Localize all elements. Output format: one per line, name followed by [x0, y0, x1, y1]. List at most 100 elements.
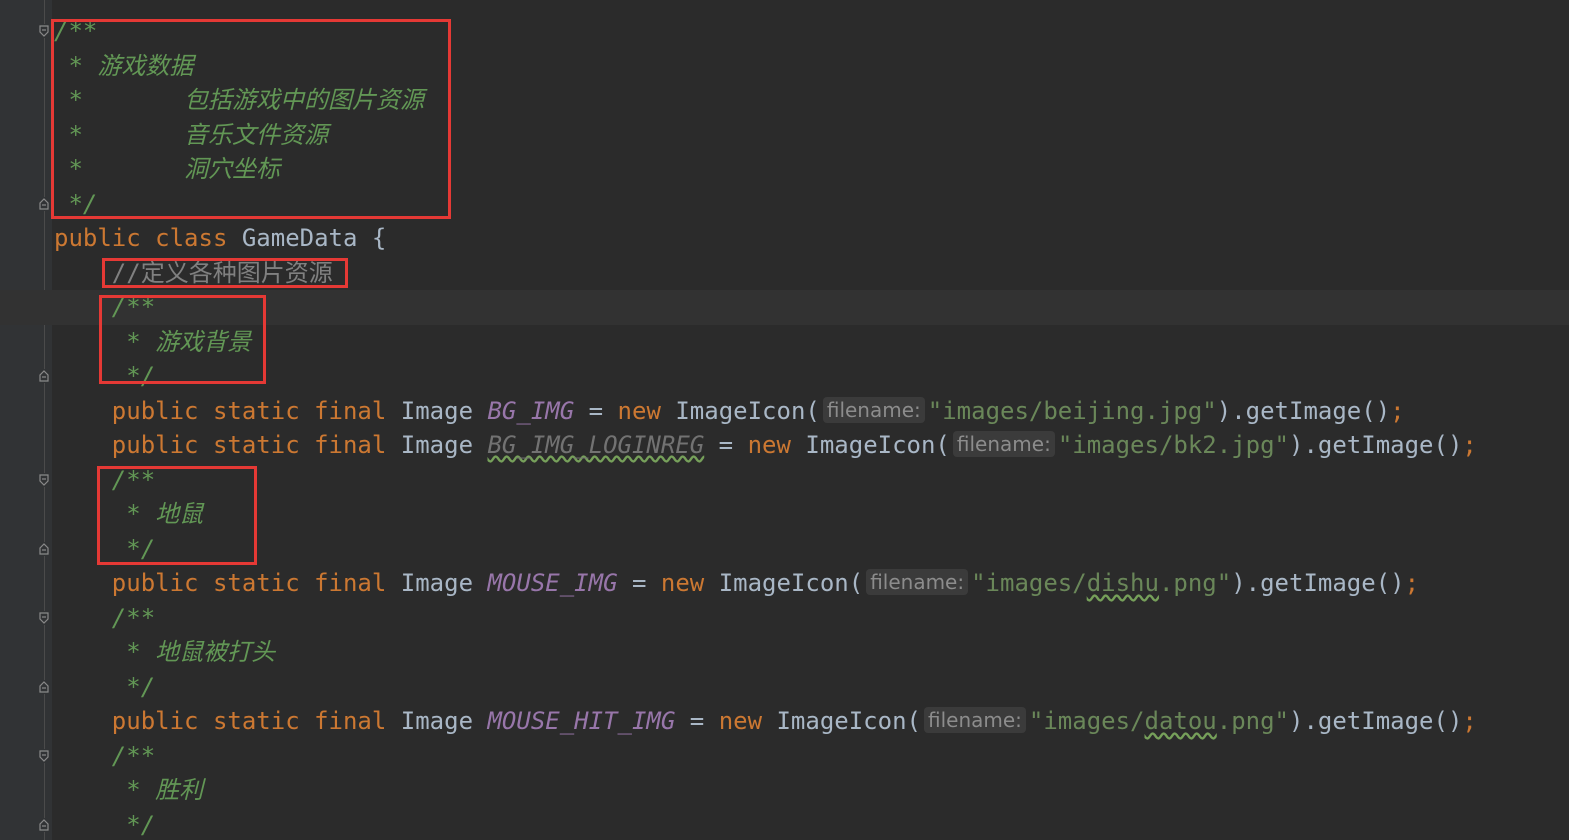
code-line[interactable]: */ — [54, 532, 1569, 567]
code-token: * 游戏背景 — [111, 327, 252, 356]
code-line[interactable]: * 游戏数据 — [54, 49, 1569, 84]
code-token: * 胜利 — [111, 776, 204, 804]
fold-open-icon[interactable] — [37, 24, 51, 38]
code-token: new — [660, 569, 719, 597]
code-token: ).getImage() — [1231, 569, 1405, 597]
fold-open-icon[interactable] — [37, 748, 51, 763]
code-token: ImageIcon( — [675, 396, 820, 425]
code-line[interactable]: /** — [54, 463, 1569, 498]
code-token: "images/ — [1028, 707, 1145, 735]
code-token: /** — [111, 293, 156, 321]
code-token: "images/bk2.jpg" — [1057, 431, 1289, 459]
code-token: Image — [400, 569, 488, 597]
parameter-hint: filename: — [866, 569, 969, 595]
code-token: ImageIcon( — [776, 707, 921, 735]
code-token: = — [704, 431, 748, 459]
fold-close-icon[interactable] — [37, 817, 51, 832]
code-token: /** — [111, 741, 156, 770]
code-line[interactable]: public static final Image MOUSE_HIT_IMG … — [54, 704, 1569, 739]
code-line[interactable]: * 洞穴坐标 — [54, 152, 1569, 187]
code-token: * 音乐文件资源 — [54, 120, 329, 149]
code-token: */ — [54, 189, 98, 218]
code-token: ).getImage() — [1289, 431, 1463, 459]
fold-open-icon[interactable] — [37, 610, 51, 625]
code-token: /** — [54, 17, 98, 45]
code-token: ; — [1462, 707, 1477, 735]
code-token: * 地鼠被打头 — [111, 638, 276, 666]
code-token: ).getImage() — [1289, 707, 1463, 735]
fold-close-icon[interactable] — [37, 541, 51, 556]
code-token: MOUSE_IMG — [487, 569, 618, 597]
code-token: new — [747, 431, 806, 459]
code-token: public static final — [111, 707, 401, 735]
code-line[interactable]: public static final Image BG_IMG_LOGINRE… — [54, 428, 1569, 463]
code-token: ; — [1404, 569, 1420, 597]
code-token: "images/ — [971, 569, 1087, 597]
code-line[interactable]: /** — [0, 290, 1569, 325]
code-token: public class — [54, 224, 242, 252]
code-token: ImageIcon( — [805, 431, 950, 459]
code-token: .png" — [1216, 707, 1289, 735]
code-token: "images/beijing.jpg" — [927, 396, 1217, 425]
code-token: Image — [400, 707, 488, 735]
fold-close-icon[interactable] — [37, 196, 51, 211]
code-token: */ — [111, 672, 156, 701]
code-line[interactable]: * 音乐文件资源 — [54, 118, 1569, 153]
code-line[interactable]: //定义各种图片资源 — [54, 256, 1569, 291]
code-line[interactable]: */ — [54, 808, 1569, 840]
code-token: BG_IMG — [487, 396, 575, 425]
code-token: public static final — [111, 569, 401, 597]
parameter-hint: filename: — [923, 707, 1026, 733]
code-line[interactable]: */ — [54, 359, 1569, 394]
code-line[interactable]: * 地鼠 — [54, 497, 1569, 532]
code-line[interactable]: /** — [54, 14, 1569, 49]
code-token: = — [617, 569, 661, 597]
parameter-hint: filename: — [952, 431, 1055, 457]
code-token: Image — [400, 396, 488, 425]
code-area[interactable]: /** * 游戏数据 * 包括游戏中的图片资源 * 音乐文件资源 * 洞穴坐标 … — [0, 14, 1569, 840]
code-line[interactable]: * 游戏背景 — [54, 325, 1569, 360]
code-line[interactable]: * 胜利 — [54, 773, 1569, 808]
code-token: ; — [1390, 396, 1405, 425]
fold-open-icon[interactable] — [37, 472, 51, 487]
code-editor[interactable]: /** * 游戏数据 * 包括游戏中的图片资源 * 音乐文件资源 * 洞穴坐标 … — [0, 0, 1569, 840]
code-line[interactable]: public class GameData { — [54, 221, 1569, 256]
code-line[interactable]: public static final Image MOUSE_IMG = ne… — [54, 566, 1569, 601]
code-line[interactable]: * 地鼠被打头 — [54, 635, 1569, 670]
code-token: new — [718, 707, 777, 735]
fold-close-icon[interactable] — [37, 679, 51, 694]
code-token: BG_IMG_LOGINREG — [487, 431, 705, 459]
code-line[interactable]: /** — [54, 601, 1569, 636]
code-token: /** — [111, 465, 156, 494]
code-line[interactable]: */ — [54, 187, 1569, 222]
code-token: /** — [111, 603, 156, 632]
code-line[interactable]: */ — [54, 670, 1569, 705]
code-token: */ — [111, 362, 156, 390]
gutter-divider — [44, 0, 45, 840]
code-token: public static final — [111, 431, 401, 459]
code-token: */ — [111, 810, 156, 839]
code-line[interactable]: /** — [54, 739, 1569, 774]
code-line[interactable]: public static final Image BG_IMG = new I… — [54, 394, 1569, 429]
code-token: = — [675, 707, 719, 735]
code-token: //定义各种图片资源 — [111, 258, 333, 287]
code-token: Image — [400, 431, 488, 459]
code-token: * 包括游戏中的图片资源 — [54, 86, 425, 114]
code-token: GameData { — [241, 224, 387, 252]
fold-close-icon[interactable] — [37, 369, 51, 383]
code-token: * 地鼠 — [111, 500, 204, 528]
code-line[interactable]: * 包括游戏中的图片资源 — [54, 83, 1569, 118]
